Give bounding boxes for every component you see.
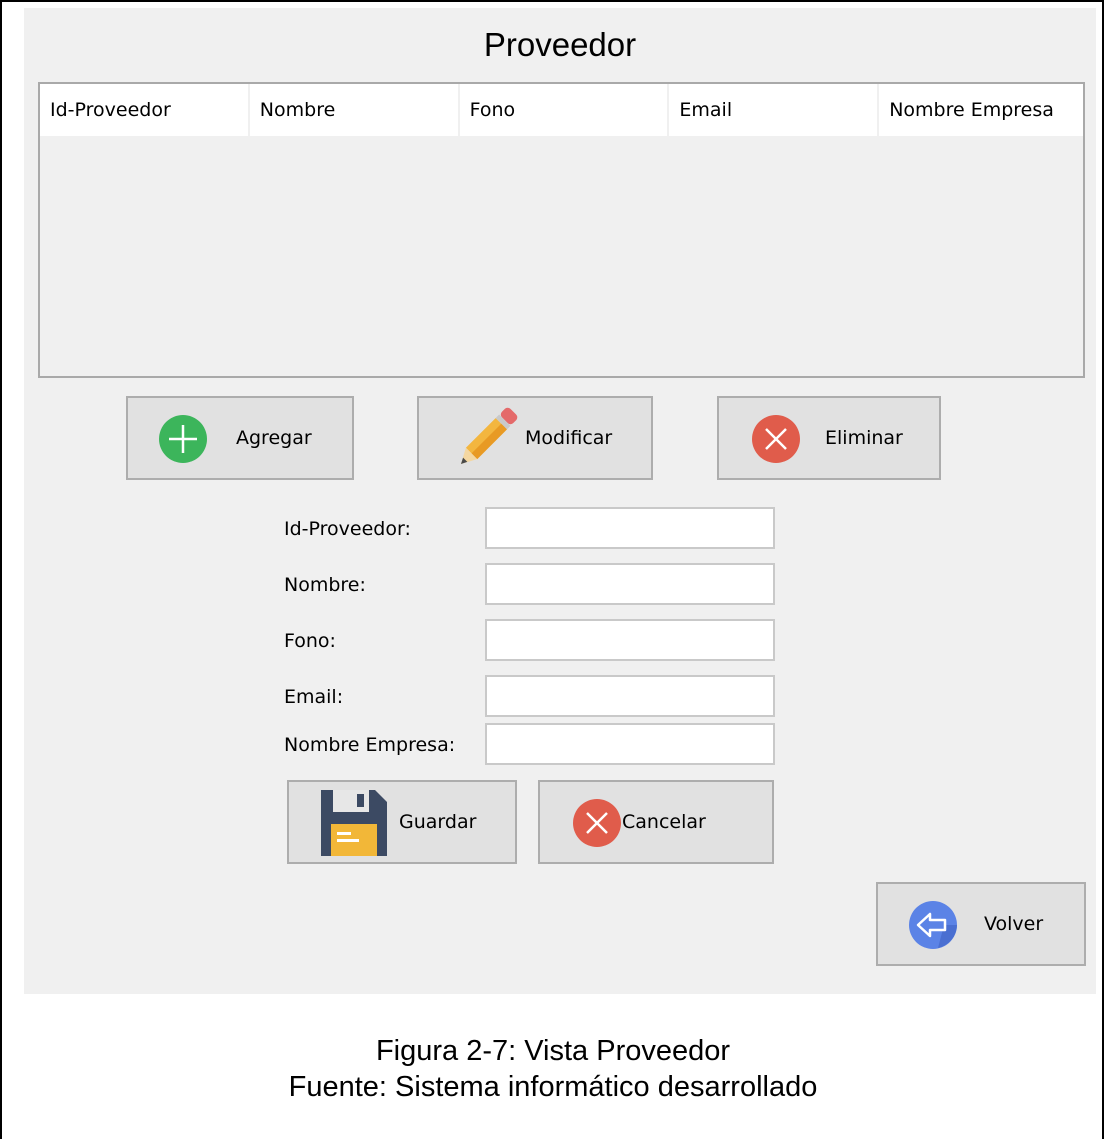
figure-caption: Figura 2-7: Vista Proveedor [375,1035,731,1067]
pencil-icon [460,407,518,465]
column-header-email[interactable]: Email [669,84,880,136]
nombre-empresa-field[interactable] [485,723,775,765]
x-circle-icon [573,799,621,847]
figure-source: Fuente: Sistema informático desarrollado [288,1071,818,1103]
column-header-nombre[interactable]: Nombre [249,84,460,136]
add-button[interactable]: Agregar [126,396,354,480]
edit-button[interactable]: Modificar [417,396,653,480]
id-proveedor-label: Id-Proveedor: [284,518,411,540]
fono-label: Fono: [284,630,336,652]
email-field[interactable] [485,675,775,717]
nombre-label: Nombre: [284,574,366,596]
back-button[interactable]: Volver [876,882,1086,966]
column-header-fono[interactable]: Fono [459,84,670,136]
nombre-field[interactable] [485,563,775,605]
column-header-id[interactable]: Id-Proveedor [40,84,250,136]
id-proveedor-field[interactable] [485,507,775,549]
arrow-left-circle-icon [909,901,957,949]
save-button[interactable]: Guardar [287,780,517,864]
cancel-button[interactable]: Cancelar [538,780,774,864]
plus-circle-icon [159,415,207,463]
delete-button[interactable]: Eliminar [717,396,941,480]
floppy-disk-icon [321,790,387,856]
proveedor-window: Proveedor Id-Proveedor Nombre Fono Email… [24,8,1096,994]
delete-button-label: Eliminar [825,427,903,449]
x-circle-icon [752,415,800,463]
email-label: Email: [284,686,344,708]
window-title: Proveedor [483,26,637,63]
providers-table[interactable]: Id-Proveedor Nombre Fono Email Nombre Em… [38,82,1085,378]
add-button-label: Agregar [236,427,312,449]
back-button-label: Volver [984,913,1044,935]
edit-button-label: Modificar [525,427,613,449]
nombre-empresa-label: Nombre Empresa: [284,734,456,756]
column-header-nombre-empresa[interactable]: Nombre Empresa [879,84,1083,136]
table-header: Id-Proveedor Nombre Fono Email Nombre Em… [40,84,1083,138]
cancel-button-label: Cancelar [622,811,706,833]
fono-field[interactable] [485,619,775,661]
save-button-label: Guardar [399,811,477,833]
